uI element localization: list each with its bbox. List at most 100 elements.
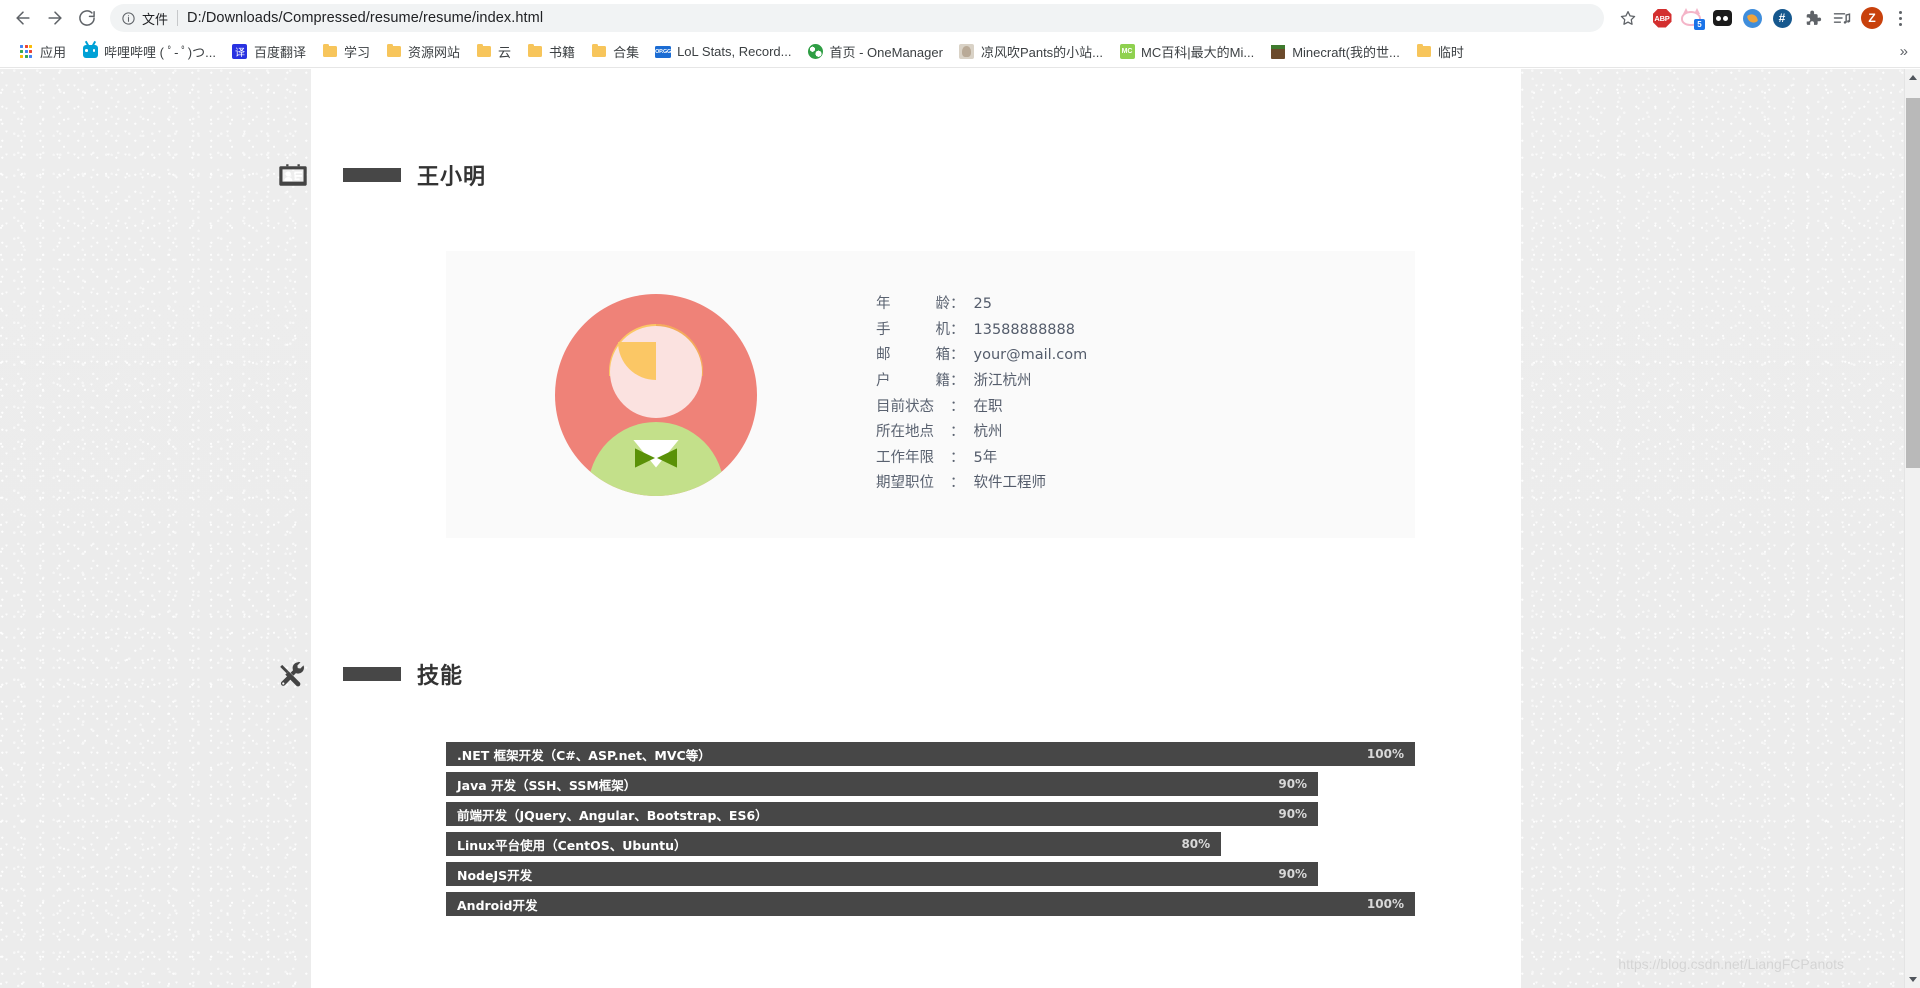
info-label-part: 所在地点 (876, 424, 934, 441)
skill-bar: NodeJS开发 90% (446, 862, 1319, 886)
scheme-label: 文件 (142, 11, 169, 27)
info-label-part: 户 (876, 372, 891, 389)
minecraft-icon (1270, 44, 1286, 60)
bookmarks-overflow-button[interactable]: » (1900, 43, 1912, 60)
cat-extension-icon[interactable]: 5 (1678, 4, 1706, 32)
section-header-basic: 王小明 (275, 157, 1521, 193)
info-row-hometown: 户 籍 ： 浙江杭州 (876, 369, 1415, 395)
folder-icon (476, 43, 492, 60)
bookmark-folder-cloud[interactable]: 云 (468, 39, 519, 64)
bookmarks-bar: 应用 哔哩哔哩 ( ﾟ- ﾟ)つ... 译 百度翻译 学习 资源网站 云 书籍 (0, 36, 1920, 68)
info-label: 户 籍 (876, 369, 950, 390)
bookmark-minecraft[interactable]: Minecraft(我的世... (1262, 39, 1408, 64)
scroll-down-arrow-icon[interactable] (1905, 971, 1920, 988)
info-label: 手 机 (876, 318, 950, 339)
bookmark-label: 合集 (613, 45, 640, 60)
info-colon: ： (950, 475, 965, 492)
skill-percent: 90% (1278, 807, 1308, 821)
bookmark-label: 凉风吹Pants的小站... (980, 45, 1104, 60)
skill-name: .NET 框架开发（C#、ASP.net、MVC等） (457, 747, 711, 763)
bookmark-onemanager[interactable]: 首页 - OneManager (800, 39, 951, 64)
brush-glyph (1742, 8, 1762, 28)
info-label-part: 邮 (876, 347, 891, 364)
hash-extension-icon[interactable]: # (1768, 4, 1796, 32)
info-colon: ： (950, 296, 965, 313)
bookmark-apps[interactable]: 应用 (10, 39, 74, 64)
reload-button[interactable] (72, 3, 102, 33)
info-colon: ： (950, 398, 965, 415)
skill-row: Linux平台使用（CentOS、Ubuntu） 80% (446, 832, 1415, 856)
bookmark-opgg[interactable]: OP.GG LoL Stats, Record... (647, 41, 799, 63)
profile-initial: Z (1861, 7, 1883, 29)
bookmark-folder-collection[interactable]: 合集 (583, 39, 647, 64)
bookmark-folder-study[interactable]: 学习 (314, 39, 378, 64)
bookmark-label: 书籍 (549, 45, 576, 60)
media-playlist-icon[interactable] (1828, 4, 1856, 32)
info-value-status: 在职 (973, 398, 1003, 415)
info-label-part: 籍 (935, 372, 951, 389)
folder-icon (322, 43, 338, 60)
resume-sheet: 王小明 年 龄 ： 25 手 机 ： 13588888888 邮 箱 ： you… (279, 69, 1521, 988)
opgg-icon: OP.GG (655, 44, 671, 60)
avatar (555, 293, 757, 496)
looking-glass-icon[interactable] (1708, 4, 1736, 32)
profile-avatar[interactable]: Z (1858, 4, 1886, 32)
section-accent-bar (343, 168, 401, 182)
page-title: 王小明 (417, 165, 487, 190)
info-label-part: 年 (876, 296, 891, 313)
bookmark-baidu-fanyi[interactable]: 译 百度翻译 (224, 39, 314, 64)
scroll-up-arrow-icon[interactable] (1905, 69, 1920, 86)
section-accent-bar (343, 667, 401, 681)
bookmark-label: MC百科|最大的Mi... (1141, 45, 1255, 60)
folder-icon (386, 43, 402, 60)
skill-bar: Android开发 100% (446, 892, 1415, 916)
page-info-icon[interactable] (120, 10, 136, 26)
folder-icon (1416, 43, 1432, 60)
info-label: 工作年限 (876, 446, 950, 467)
extension-badge-count: 5 (1694, 19, 1705, 30)
skills-list: .NET 框架开发（C#、ASP.net、MVC等） 100% Java 开发（… (446, 742, 1415, 916)
info-label-part: 期望职位 (876, 475, 934, 492)
bookmark-label: 临时 (1437, 45, 1464, 60)
address-bar[interactable]: 文件 D:/Downloads/Compressed/resume/resume… (110, 4, 1604, 32)
skill-row: Java 开发（SSH、SSM框架） 90% (446, 772, 1415, 796)
info-row-experience: 工作年限 ： 5年 (876, 446, 1415, 472)
back-button[interactable] (8, 3, 38, 33)
abp-glyph: ABP (1652, 8, 1672, 28)
hash-glyph: # (1772, 8, 1792, 28)
omnibox-divider (177, 10, 179, 26)
bookmark-folder-books[interactable]: 书籍 (519, 39, 583, 64)
page-scrollbar[interactable] (1904, 69, 1920, 988)
forward-button[interactable] (40, 3, 70, 33)
adblock-plus-icon[interactable]: ABP (1648, 4, 1676, 32)
folder-icon (527, 43, 543, 60)
puzzle-extensions-icon[interactable] (1798, 4, 1826, 32)
globe-icon (808, 44, 824, 60)
avatar-container (446, 293, 866, 496)
bookmark-mcmod[interactable]: MC MC百科|最大的Mi... (1111, 39, 1262, 64)
bookmark-folder-temp[interactable]: 临时 (1408, 39, 1472, 64)
skill-name: Java 开发（SSH、SSM框架） (457, 777, 637, 793)
skill-percent: 100% (1366, 747, 1404, 761)
info-label-part: 龄 (935, 296, 951, 313)
bookmark-pants-site[interactable]: 凉风吹Pants的小站... (951, 39, 1111, 64)
info-row-status: 目前状态 ： 在职 (876, 395, 1415, 421)
info-label-part: 工作年限 (876, 449, 934, 466)
skill-row: 前端开发（JQuery、Angular、Bootstrap、ES6） 90% (446, 802, 1415, 826)
skill-percent: 80% (1181, 837, 1211, 851)
chrome-menu-button[interactable] (1888, 4, 1912, 32)
bookmark-bilibili[interactable]: 哔哩哔哩 ( ﾟ- ﾟ)つ... (74, 39, 224, 64)
info-row-desired-position: 期望职位 ： 软件工程师 (876, 471, 1415, 497)
info-row-phone: 手 机 ： 13588888888 (876, 318, 1415, 344)
page-viewport: 王小明 年 龄 ： 25 手 机 ： 13588888888 邮 箱 ： you… (0, 69, 1920, 988)
bookmark-star-icon[interactable] (1614, 4, 1642, 32)
bookmark-folder-resources[interactable]: 资源网站 (378, 39, 468, 64)
brush-extension-icon[interactable] (1738, 4, 1766, 32)
url-text[interactable]: D:/Downloads/Compressed/resume/resume/in… (187, 10, 543, 26)
bookmark-label: 哔哩哔哩 ( ﾟ- ﾟ)つ... (104, 45, 216, 60)
bookmark-label: LoL Stats, Record... (677, 44, 792, 59)
bookmark-label: 资源网站 (408, 45, 461, 60)
info-value-desired-position: 软件工程师 (973, 475, 1047, 492)
scrollbar-thumb[interactable] (1906, 98, 1920, 468)
info-row-location: 所在地点 ： 杭州 (876, 420, 1415, 446)
